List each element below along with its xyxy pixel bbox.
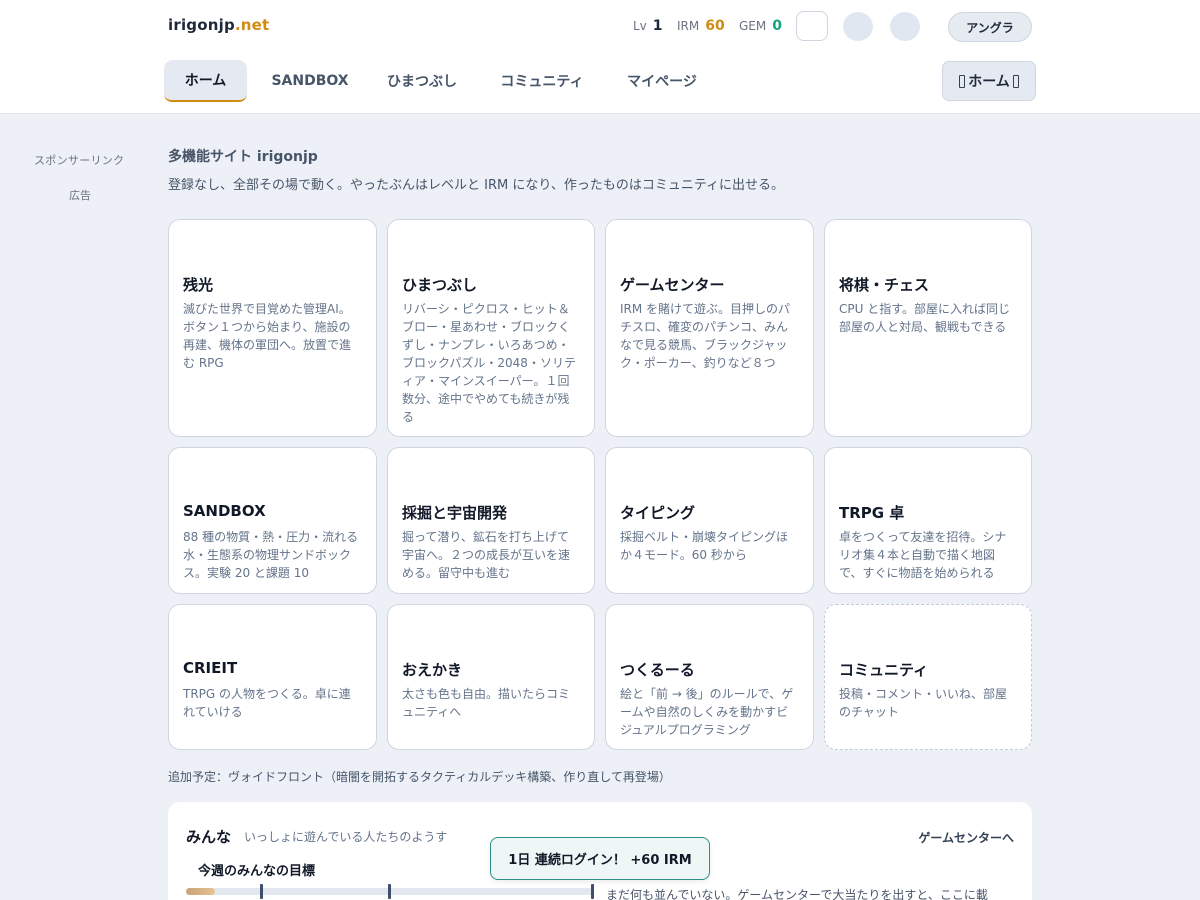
home-dropdown[interactable]: ホーム — [942, 61, 1036, 101]
avatar-circle-button[interactable] — [843, 12, 873, 41]
missing-glyph-icon — [1012, 74, 1019, 88]
home-dropdown-label: ホーム — [968, 74, 1010, 90]
card-title: おえかき — [402, 661, 463, 679]
card-desc: 採掘ベルト・崩壊タイピングほか４モード。60 秒から — [620, 530, 789, 562]
card-title: コミュニティ — [839, 661, 929, 679]
missing-glyph-icon — [959, 74, 966, 88]
panel-title: みんな — [186, 828, 232, 846]
sponsor-label: スポンサーリンク — [34, 154, 125, 167]
nav-tab-sandbox[interactable]: SANDBOX — [264, 60, 356, 102]
card-title: 採掘と宇宙開発 — [402, 504, 508, 522]
nav-tab-himatsubushi[interactable]: ひまつぶし — [376, 60, 468, 102]
card-title: SANDBOX — [183, 502, 266, 520]
card-desc: 太さも色も自由。描いたらコミュニティへ — [402, 687, 571, 719]
card-desc: IRM を賭けて遊ぶ。目押しのパチスロ、確変のパチンコ、みんなで見る競馬、ブラッ… — [620, 302, 791, 370]
level-stat: Lv 1 — [633, 18, 663, 34]
nav-tab-community[interactable]: コミュニティ — [490, 60, 594, 102]
gem-label: GEM — [739, 19, 767, 33]
weekly-goal-progress-bar — [186, 884, 594, 899]
card-desc: 絵と「前 → 後」のルールで、ゲームや自然のしくみを動かすビジュアルプログラミン… — [620, 687, 794, 737]
card-zankou[interactable]: 残光 滅びた世界で目覚めた管理AI。ボタン１つから始まり、施設の再建、機体の軍団… — [168, 219, 377, 437]
page-description: 登録なし、全部その場で動く。やったぶんはレベルと IRM になり、作ったものはコ… — [168, 178, 785, 193]
coming-soon-note: 追加予定：ヴォイドフロント（暗闇を開拓するタクティカルデッキ構築、作り直して再登… — [168, 770, 671, 784]
nav-tab-home[interactable]: ホーム — [164, 60, 247, 102]
irm-stat: IRM 60 — [677, 18, 725, 34]
milestone-marker — [388, 884, 391, 899]
gem-stat: GEM 0 — [739, 18, 782, 34]
card-desc: CPU と指す。部屋に入れば同じ部屋の人と対局、観戦もできる — [839, 302, 1011, 334]
card-title: ひまつぶし — [402, 276, 478, 294]
card-title: CRIEIT — [183, 659, 238, 677]
card-desc: 卓をつくって友達を招待。シナリオ集４本と自動で描く地図で、すぐに物語を始められる — [839, 530, 1007, 580]
card-shogi-chess[interactable]: 将棋・チェス CPU と指す。部屋に入れば同じ部屋の人と対局、観戦もできる — [824, 219, 1032, 437]
site-logo[interactable]: irigonjp.net — [168, 16, 269, 34]
logo-tld: .net — [234, 16, 270, 34]
card-desc: 滅びた世界で目覚めた管理AI。ボタン１つから始まり、施設の再建、機体の軍団へ。放… — [183, 302, 352, 370]
irm-value: 60 — [705, 18, 725, 34]
ad-label[interactable]: 広告 — [69, 187, 91, 203]
card-title: 残光 — [183, 276, 214, 294]
nav-tab-mypage[interactable]: マイページ — [616, 60, 708, 102]
empty-feed-message: まだ何も並んでいない。ゲームセンターで大当たりを出すと、ここに載 — [606, 888, 988, 900]
card-mining-space[interactable]: 採掘と宇宙開発 掘って潜り、鉱石を打ち上げて宇宙へ。２つの成長が互いを速める。留… — [387, 447, 595, 594]
card-title: TRPG 卓 — [839, 504, 905, 522]
language-button[interactable]: アングラ — [948, 12, 1032, 42]
level-value: 1 — [652, 18, 663, 34]
card-desc: 88 種の物質・熱・圧力・流れる水・生態系の物理サンドボックス。実験 20 と課… — [183, 530, 359, 580]
card-desc: リバーシ・ピクロス・ヒット＆ブロー・星あわせ・ブロックくずし・ナンプレ・いろあつ… — [402, 302, 576, 424]
progress-fill — [186, 888, 215, 895]
milestone-marker — [591, 884, 594, 899]
blank-square-button[interactable] — [796, 11, 828, 41]
card-title: つくるーる — [620, 661, 695, 679]
card-title: 将棋・チェス — [839, 276, 930, 294]
card-desc: 投稿・コメント・いいね、部屋のチャット — [839, 687, 1008, 719]
card-title: タイピング — [620, 504, 696, 522]
card-himatsubushi[interactable]: ひまつぶし リバーシ・ピクロス・ヒット＆ブロー・星あわせ・ブロックくずし・ナンプ… — [387, 219, 595, 437]
card-typing[interactable]: タイピング 採掘ベルト・崩壊タイピングほか４モード。60 秒から — [605, 447, 814, 594]
top-bar: irigonjp.net Lv 1 IRM 60 GEM 0 アングラ ホーム SAN… — [0, 0, 1200, 114]
card-community[interactable]: コミュニティ 投稿・コメント・いいね、部屋のチャット — [824, 604, 1032, 750]
page-title: 多機能サイト irigonjp — [168, 149, 318, 165]
irm-label: IRM — [677, 19, 700, 33]
logo-text: irigonjp — [168, 16, 235, 34]
card-desc: 掘って潜り、鉱石を打ち上げて宇宙へ。２つの成長が互いを速める。留守中も進む — [402, 530, 571, 580]
card-title: ゲームセンター — [620, 276, 725, 294]
level-label: Lv — [633, 19, 647, 33]
weekly-goal-title: 今週のみんなの目標 — [198, 864, 316, 879]
card-tsukururu[interactable]: つくるーる 絵と「前 → 後」のルールで、ゲームや自然のしくみを動かすビジュアル… — [605, 604, 814, 750]
card-crieit[interactable]: CRIEIT TRPG の人物をつくる。卓に連れていける — [168, 604, 377, 750]
card-desc: TRPG の人物をつくる。卓に連れていける — [183, 687, 351, 719]
milestone-marker — [260, 884, 263, 899]
panel-subtitle: いっしょに遊んでいる人たちのようす — [244, 830, 448, 844]
card-oekaki[interactable]: おえかき 太さも色も自由。描いたらコミュニティへ — [387, 604, 595, 750]
card-game-center[interactable]: ゲームセンター IRM を賭けて遊ぶ。目押しのパチスロ、確変のパチンコ、みんなで… — [605, 219, 814, 437]
card-trpg-table[interactable]: TRPG 卓 卓をつくって友達を招待。シナリオ集４本と自動で描く地図で、すぐに物… — [824, 447, 1032, 594]
game-center-link[interactable]: ゲームセンターへ — [918, 829, 1014, 846]
card-sandbox[interactable]: SANDBOX 88 種の物質・熱・圧力・流れる水・生態系の物理サンドボックス。… — [168, 447, 377, 594]
avatar-circle-button-2[interactable] — [890, 12, 920, 41]
gem-value: 0 — [772, 18, 782, 34]
login-bonus-toast: 1日 連続ログイン！ +60 IRM — [490, 837, 710, 880]
